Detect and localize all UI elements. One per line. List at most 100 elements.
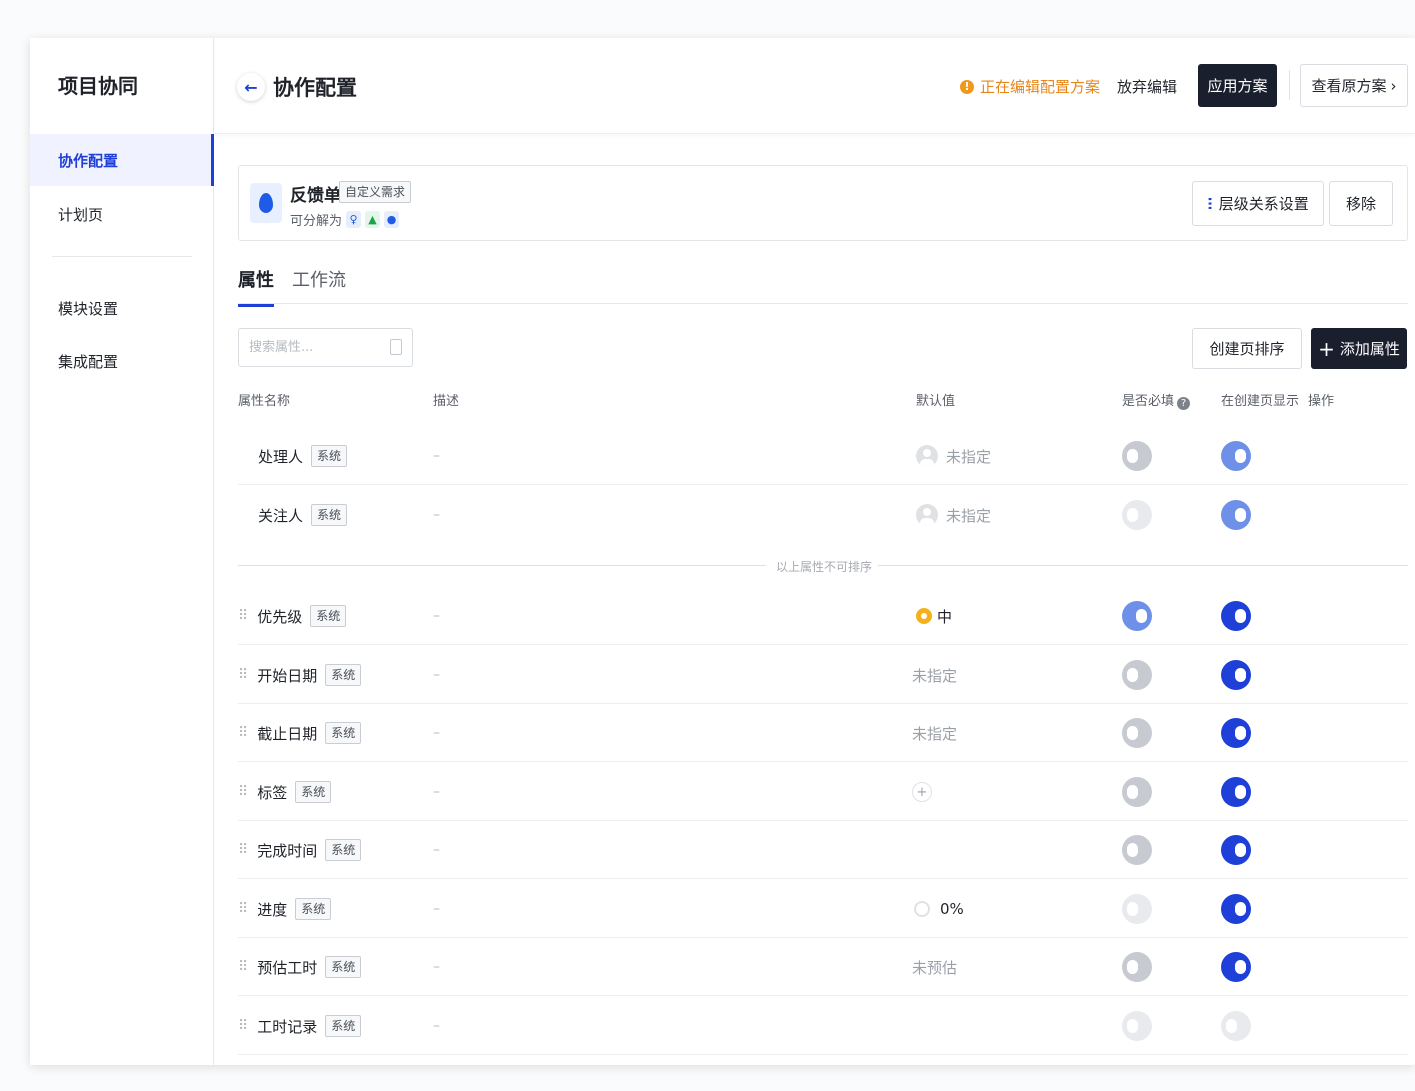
- sidebar-item-integration-config[interactable]: 集成配置: [30, 335, 214, 387]
- required-toggle[interactable]: [1122, 660, 1152, 690]
- tab-attributes[interactable]: 属性: [238, 266, 274, 307]
- attr-desc: –: [433, 842, 440, 858]
- header-separator: [1289, 70, 1290, 100]
- show-on-create-toggle-cell: [1221, 821, 1251, 879]
- default-value[interactable]: 未指定: [912, 646, 957, 704]
- column-header-required: 是否必填?: [1122, 390, 1191, 410]
- attr-name: 标签: [257, 783, 288, 802]
- sidebar-item-plan-page[interactable]: 计划页: [30, 188, 214, 240]
- drag-handle-icon[interactable]: ⠿: [238, 901, 248, 917]
- custom-requirement-tag: 自定义需求: [339, 181, 412, 203]
- required-toggle-cell: [1122, 427, 1152, 485]
- system-tag: 系统: [325, 956, 362, 978]
- help-icon[interactable]: ?: [1177, 397, 1191, 410]
- attr-name-cell: ⠿ 预估工时 系统: [238, 938, 362, 996]
- search-input[interactable]: [239, 329, 379, 366]
- search-icon: [390, 339, 402, 355]
- attr-name-cell: ⠿ 开始日期 系统: [238, 646, 362, 704]
- system-tag: 系统: [311, 445, 348, 467]
- default-value: 未指定: [946, 506, 992, 525]
- attr-desc: –: [433, 901, 440, 917]
- required-toggle[interactable]: [1122, 835, 1152, 865]
- default-value[interactable]: 未预估: [912, 938, 957, 996]
- default-value: 未指定: [946, 447, 992, 466]
- drag-handle-icon[interactable]: ⠿: [238, 842, 248, 858]
- required-toggle-cell: [1122, 704, 1152, 762]
- show-on-create-toggle[interactable]: [1221, 718, 1251, 748]
- drag-handle-icon[interactable]: ⠿: [238, 667, 248, 683]
- add-tag-icon[interactable]: +: [912, 782, 932, 802]
- discard-edit-button[interactable]: 放弃编辑: [1117, 76, 1177, 97]
- page-background: 项目协同 协作配置 计划页 模块设置 集成配置 ← 协作配置 ! 正在编辑配置方…: [0, 0, 1415, 1091]
- attr-desc: –: [433, 1018, 440, 1034]
- back-arrow-icon[interactable]: ←: [237, 73, 265, 101]
- drag-handle-icon[interactable]: ⠿: [238, 959, 248, 975]
- view-original-button[interactable]: 查看原方案 ›: [1300, 64, 1408, 107]
- show-on-create-toggle[interactable]: [1221, 835, 1251, 865]
- show-on-create-toggle[interactable]: [1221, 777, 1251, 807]
- sidebar-item-collab-config[interactable]: 协作配置: [30, 134, 214, 186]
- add-attribute-button[interactable]: + 添加属性: [1311, 328, 1407, 369]
- drag-handle-icon[interactable]: ⠿: [238, 1018, 248, 1034]
- show-on-create-toggle-cell: [1221, 587, 1251, 645]
- hierarchy-settings-button[interactable]: ⵗ 层级关系设置: [1192, 181, 1324, 226]
- sidebar-title: 项目协同: [58, 74, 138, 98]
- default-value-cell[interactable]: 中: [916, 587, 952, 645]
- required-toggle[interactable]: [1122, 777, 1152, 807]
- sidebar: 项目协同 协作配置 计划页 模块设置 集成配置: [30, 38, 214, 1065]
- editing-status: ! 正在编辑配置方案: [960, 76, 1100, 97]
- required-toggle[interactable]: [1122, 894, 1152, 924]
- header: ← 协作配置 ! 正在编辑配置方案 放弃编辑 应用方案 查看原方案 ›: [215, 38, 1415, 134]
- required-toggle[interactable]: [1122, 718, 1152, 748]
- attr-name-cell: ⠿ 工时记录 系统: [238, 997, 362, 1055]
- required-toggle[interactable]: [1122, 952, 1152, 982]
- default-value-cell[interactable]: 0%: [914, 880, 964, 938]
- show-on-create-toggle[interactable]: [1221, 441, 1251, 471]
- default-value-cell[interactable]: 未指定: [916, 486, 991, 544]
- attr-name: 预估工时: [257, 958, 318, 977]
- system-tag: 系统: [325, 1015, 362, 1037]
- required-toggle-cell: [1122, 587, 1152, 645]
- drag-handle-icon[interactable]: ⠿: [238, 725, 248, 741]
- app-window: 项目协同 协作配置 计划页 模块设置 集成配置 ← 协作配置 ! 正在编辑配置方…: [30, 38, 1415, 1065]
- attr-name-cell: 处理人 系统: [258, 427, 348, 485]
- required-toggle-cell: [1122, 938, 1152, 996]
- column-header-desc: 描述: [433, 394, 460, 409]
- show-on-create-toggle[interactable]: [1221, 894, 1251, 924]
- sidebar-item-module-settings[interactable]: 模块设置: [30, 282, 214, 334]
- default-value: 中: [937, 607, 953, 626]
- show-on-create-toggle-cell: [1221, 763, 1251, 821]
- attr-name: 开始日期: [257, 666, 318, 685]
- create-page-sort-button[interactable]: 创建页排序: [1192, 328, 1302, 369]
- drop-type-icon: ●: [384, 211, 400, 228]
- attr-desc: –: [433, 608, 440, 624]
- show-on-create-toggle[interactable]: [1221, 500, 1251, 530]
- required-toggle-cell: [1122, 821, 1152, 879]
- show-on-create-toggle[interactable]: [1221, 1011, 1251, 1041]
- column-header-show-on-create: 在创建页显示: [1221, 394, 1300, 409]
- required-toggle[interactable]: [1122, 500, 1152, 530]
- show-on-create-toggle[interactable]: [1221, 660, 1251, 690]
- required-toggle-cell: [1122, 997, 1152, 1055]
- table-row: ⠿ 标签 系统 – +: [238, 763, 1408, 821]
- attr-name-cell: ⠿ 进度 系统: [238, 880, 332, 938]
- show-on-create-toggle[interactable]: [1221, 601, 1251, 631]
- table-row: ⠿ 工时记录 系统 –: [238, 997, 1408, 1055]
- attr-desc: –: [433, 784, 440, 800]
- default-value-cell[interactable]: 未指定: [916, 427, 991, 485]
- required-toggle[interactable]: [1122, 441, 1152, 471]
- default-value[interactable]: 未指定: [912, 704, 957, 762]
- show-on-create-toggle-cell: [1221, 427, 1251, 485]
- divider-text: 以上属性不可排序: [776, 560, 873, 574]
- drag-handle-icon[interactable]: ⠿: [238, 608, 248, 624]
- table-row: ⠿ 开始日期 系统 – 未指定: [238, 646, 1408, 704]
- remove-button[interactable]: 移除: [1329, 181, 1393, 226]
- show-on-create-toggle[interactable]: [1221, 952, 1251, 982]
- drag-handle-icon[interactable]: ⠿: [238, 784, 248, 800]
- system-tag: 系统: [295, 781, 332, 803]
- required-toggle[interactable]: [1122, 1011, 1152, 1041]
- apply-plan-button[interactable]: 应用方案: [1198, 64, 1277, 107]
- required-toggle[interactable]: [1122, 601, 1152, 631]
- tab-workflow[interactable]: 工作流: [292, 266, 346, 304]
- column-header-name: 属性名称: [238, 394, 291, 409]
